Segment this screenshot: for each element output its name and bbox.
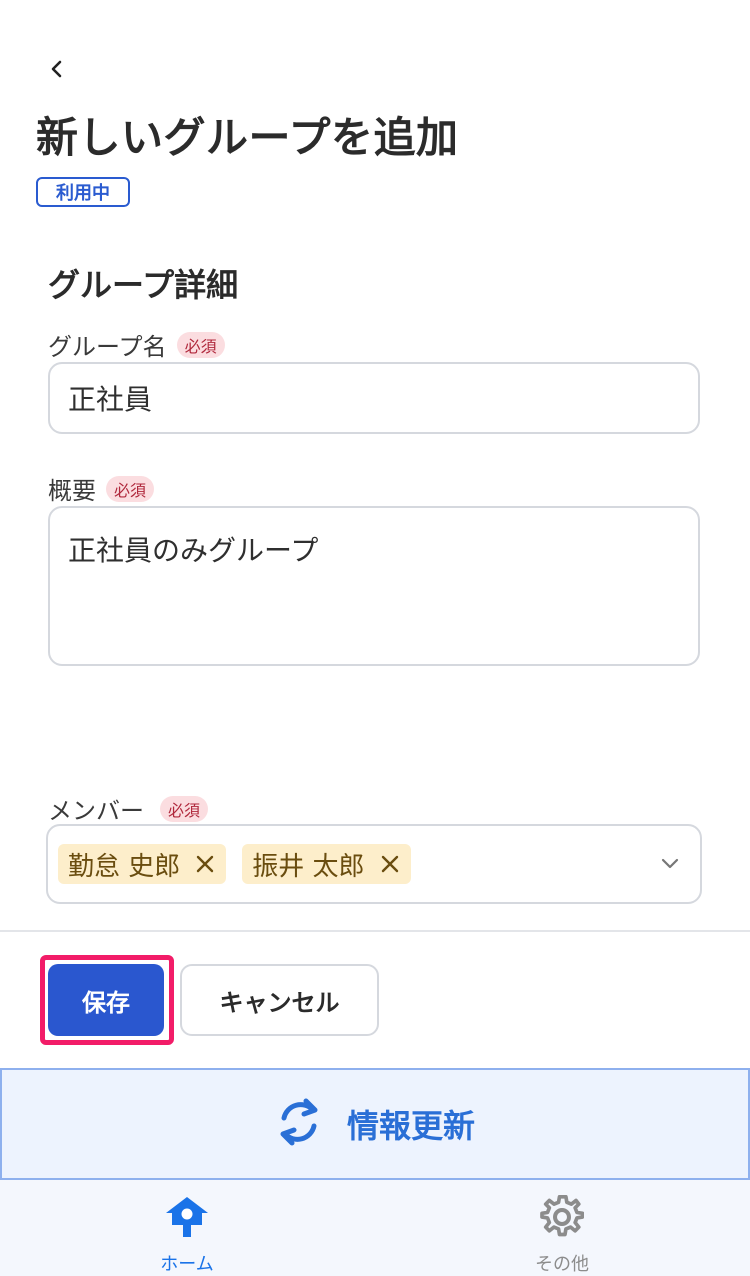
back-button[interactable]: [40, 54, 74, 88]
required-badge: 必須: [176, 331, 225, 358]
member-chip: 勤怠 史郎: [58, 844, 227, 884]
summary-textarea[interactable]: 正社員のみグループ: [48, 506, 700, 666]
members-label: メンバー 必須: [48, 791, 209, 826]
status-badge: 利用中: [36, 177, 130, 207]
group-name-input[interactable]: 正社員: [48, 362, 700, 434]
remove-member-icon[interactable]: [379, 853, 401, 875]
member-chip: 振井 太郎: [242, 844, 411, 884]
group-name-label: グループ名 必須: [48, 327, 225, 362]
summary-value: 正社員のみグループ: [68, 534, 319, 567]
required-badge: 必須: [106, 475, 155, 502]
members-label-text: メンバー: [48, 797, 144, 825]
nav-label-home: ホーム: [160, 1254, 214, 1275]
bottom-nav: ホーム その他: [0, 1180, 750, 1276]
remove-member-icon[interactable]: [194, 853, 216, 875]
member-chip-label: 振井 太郎: [252, 851, 365, 882]
save-button[interactable]: 保存: [48, 964, 164, 1036]
nav-label-other: その他: [535, 1254, 589, 1275]
members-select[interactable]: 勤怠 史郎 振井 太郎: [46, 824, 702, 904]
nav-item-other[interactable]: その他: [462, 1180, 662, 1276]
refresh-icon: [275, 1096, 323, 1152]
group-name-value: 正社員: [68, 383, 153, 416]
required-badge: 必須: [160, 795, 209, 822]
cancel-button[interactable]: キャンセル: [180, 964, 379, 1036]
refresh-button[interactable]: 情報更新: [0, 1068, 750, 1180]
section-title: グループ詳細: [48, 266, 239, 304]
refresh-label: 情報更新: [346, 1107, 475, 1145]
summary-label: 概要 必須: [48, 471, 155, 506]
nav-item-home[interactable]: ホーム: [87, 1180, 287, 1276]
page-title: 新しいグループを追加: [36, 113, 459, 162]
group-name-label-text: グループ名: [48, 333, 167, 361]
member-chip-label: 勤怠 史郎: [68, 851, 181, 882]
chevron-left-icon: [49, 59, 65, 83]
summary-label-text: 概要: [48, 477, 96, 505]
home-icon: [164, 1192, 210, 1242]
gear-icon: [540, 1192, 584, 1242]
divider: [0, 930, 750, 932]
chevron-down-icon[interactable]: [656, 826, 684, 902]
